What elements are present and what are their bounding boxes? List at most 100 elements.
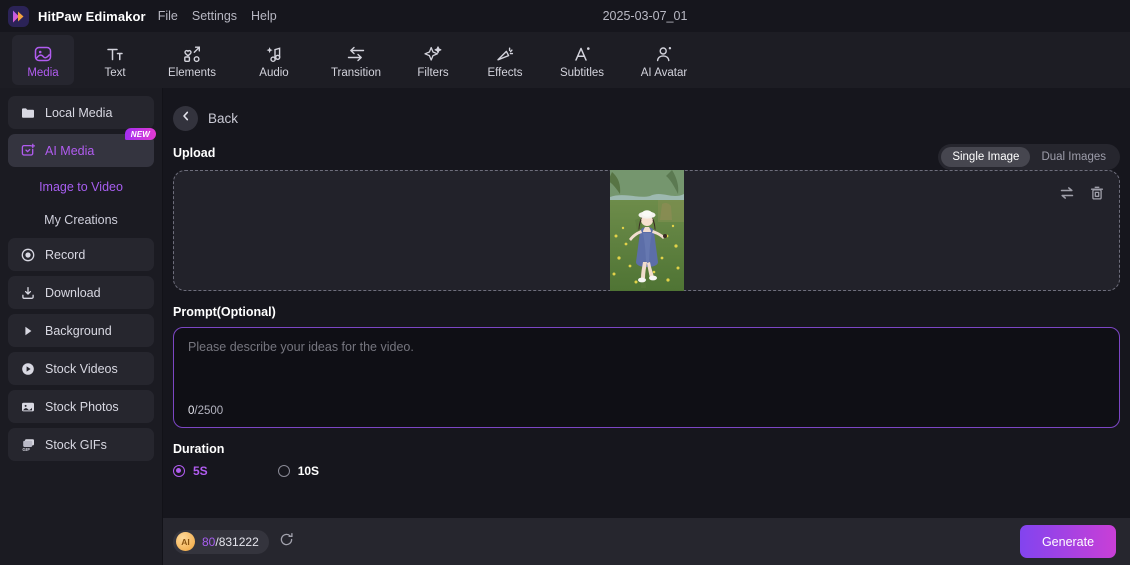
refresh-icon[interactable] xyxy=(279,532,294,552)
tab-subtitles[interactable]: Subtitles xyxy=(546,35,618,85)
prompt-placeholder: Please describe your ideas for the video… xyxy=(188,340,414,354)
tab-ai-avatar-label: AI Avatar xyxy=(640,66,688,79)
transition-arrows-icon xyxy=(345,42,367,64)
duration-title: Duration xyxy=(173,442,225,456)
subtitles-letter-a-icon xyxy=(572,42,592,64)
credits-used: 80 xyxy=(202,534,216,549)
main-panel: Back Upload Single Image Dual Images Pro… xyxy=(163,88,1130,518)
tab-filters-label: Filters xyxy=(417,66,449,79)
tab-transition-label: Transition xyxy=(330,66,382,79)
sidebar-item-ai-media[interactable]: AI Media NEW xyxy=(8,128,156,167)
prompt-char-max: /2500 xyxy=(194,405,224,417)
swap-arrows-icon[interactable] xyxy=(1059,185,1075,206)
menu-bar: File Settings Help xyxy=(158,9,277,23)
tab-effects[interactable]: Effects xyxy=(474,35,536,85)
project-name-text: 2025-03-07_01 xyxy=(602,9,688,23)
upload-dropzone[interactable] xyxy=(173,170,1120,291)
sidebar-item-local-media-label: Local Media xyxy=(45,105,113,120)
tool-tabs: Media Text Elements Audio Transition Fil… xyxy=(0,32,1130,88)
sidebar-item-stock-videos-label: Stock Videos xyxy=(45,361,118,376)
new-badge: NEW xyxy=(124,128,156,140)
upload-mode-toggle: Single Image Dual Images xyxy=(938,144,1120,170)
sidebar-item-image-to-video[interactable]: Image to Video xyxy=(8,172,154,202)
sidebar-item-stock-photos-label: Stock Photos xyxy=(45,399,119,414)
menu-item-help[interactable]: Help xyxy=(251,9,277,23)
back-row: Back xyxy=(173,104,1120,132)
hitpaw-play-logo-icon xyxy=(8,5,29,27)
credits-total: /831222 xyxy=(215,534,259,549)
sidebar-item-stock-photos[interactable]: Stock Photos xyxy=(8,390,154,423)
tab-elements-label: Elements xyxy=(168,66,216,79)
tab-effects-label: Effects xyxy=(487,66,523,79)
sidebar-item-stock-videos[interactable]: Stock Videos xyxy=(8,352,154,385)
tab-media[interactable]: Media xyxy=(12,35,74,85)
record-circle-icon xyxy=(20,247,36,263)
prompt-textarea[interactable]: Please describe your ideas for the video… xyxy=(173,327,1120,428)
image-actions xyxy=(1059,185,1105,206)
tab-text-label: Text xyxy=(104,66,126,79)
sidebar-item-background-label: Background xyxy=(45,323,112,338)
elements-shapes-icon xyxy=(182,42,202,64)
title-bar: HitPaw Edimakor File Settings Help 2025-… xyxy=(0,0,1130,32)
tab-audio[interactable]: Audio xyxy=(238,35,310,85)
duration-option-5s[interactable]: 5S xyxy=(173,464,208,478)
menu-item-settings[interactable]: Settings xyxy=(192,9,237,23)
filters-sparkle-icon xyxy=(423,42,443,64)
tab-transition[interactable]: Transition xyxy=(320,35,392,85)
sidebar-item-image-to-video-label: Image to Video xyxy=(39,180,123,194)
stock-gif-icon: GIF xyxy=(20,437,36,453)
upload-header: Upload Single Image Dual Images xyxy=(173,132,1120,170)
tab-media-label: Media xyxy=(27,66,59,79)
credits-badge[interactable]: AI 80/831222 xyxy=(173,529,269,554)
app-title: HitPaw Edimakor xyxy=(38,8,146,24)
tab-filters[interactable]: Filters xyxy=(402,35,464,85)
menu-item-file[interactable]: File xyxy=(158,9,178,23)
download-icon xyxy=(20,285,36,301)
duration-option-5s-label: 5S xyxy=(193,464,208,478)
ai-coin-icon: AI xyxy=(176,532,195,551)
generate-button[interactable]: Generate xyxy=(1020,525,1116,558)
stock-photo-icon xyxy=(20,399,36,415)
tab-ai-avatar[interactable]: AI Avatar xyxy=(628,35,700,85)
mode-dual-images[interactable]: Dual Images xyxy=(1030,147,1117,167)
sidebar-item-background[interactable]: Background xyxy=(8,314,154,347)
ai-media-icon xyxy=(20,143,36,159)
sidebar-item-record-label: Record xyxy=(45,247,86,262)
sidebar-item-stock-gifs[interactable]: GIF Stock GIFs xyxy=(8,428,154,461)
upload-title: Upload xyxy=(173,146,216,160)
radio-dot-5s xyxy=(173,465,185,477)
audio-note-icon xyxy=(264,42,284,64)
tab-audio-label: Audio xyxy=(259,66,289,79)
sidebar-item-download[interactable]: Download xyxy=(8,276,154,309)
effects-magic-wand-icon xyxy=(495,42,515,64)
back-label: Back xyxy=(208,110,239,126)
tab-text[interactable]: Text xyxy=(84,35,146,85)
sidebar-item-stock-gifs-label: Stock GIFs xyxy=(45,437,107,452)
stock-video-icon xyxy=(20,361,36,377)
svg-text:GIF: GIF xyxy=(22,447,30,452)
folder-icon xyxy=(20,105,36,121)
bottom-bar: AI 80/831222 Generate xyxy=(163,518,1130,565)
ai-avatar-person-icon xyxy=(654,42,674,64)
text-icon xyxy=(105,42,125,64)
radio-dot-10s xyxy=(277,465,290,477)
sidebar: Local Media AI Media NEW Image to Video … xyxy=(0,88,163,565)
mode-single-image[interactable]: Single Image xyxy=(941,147,1031,167)
credits-text: 80/831222 xyxy=(202,535,259,549)
uploaded-image-thumbnail[interactable] xyxy=(609,170,684,291)
trash-icon[interactable] xyxy=(1089,185,1105,206)
media-image-icon xyxy=(33,42,53,64)
prompt-title: Prompt(Optional) xyxy=(173,305,276,319)
sidebar-item-my-creations-label: My Creations xyxy=(44,213,118,227)
prompt-char-count: 0/2500 xyxy=(188,405,223,417)
sidebar-item-ai-media-label: AI Media xyxy=(45,143,95,158)
edimakor-window: HitPaw Edimakor File Settings Help 2025-… xyxy=(0,0,1130,565)
tab-elements[interactable]: Elements xyxy=(156,35,228,85)
tab-subtitles-label: Subtitles xyxy=(559,66,605,79)
sidebar-item-record[interactable]: Record xyxy=(8,238,154,271)
back-button[interactable] xyxy=(173,105,198,131)
sidebar-item-local-media[interactable]: Local Media xyxy=(8,96,154,129)
sidebar-item-my-creations[interactable]: My Creations xyxy=(8,205,154,235)
duration-options: 5S 10S xyxy=(173,464,1120,478)
duration-option-10s[interactable]: 10S xyxy=(277,464,319,478)
